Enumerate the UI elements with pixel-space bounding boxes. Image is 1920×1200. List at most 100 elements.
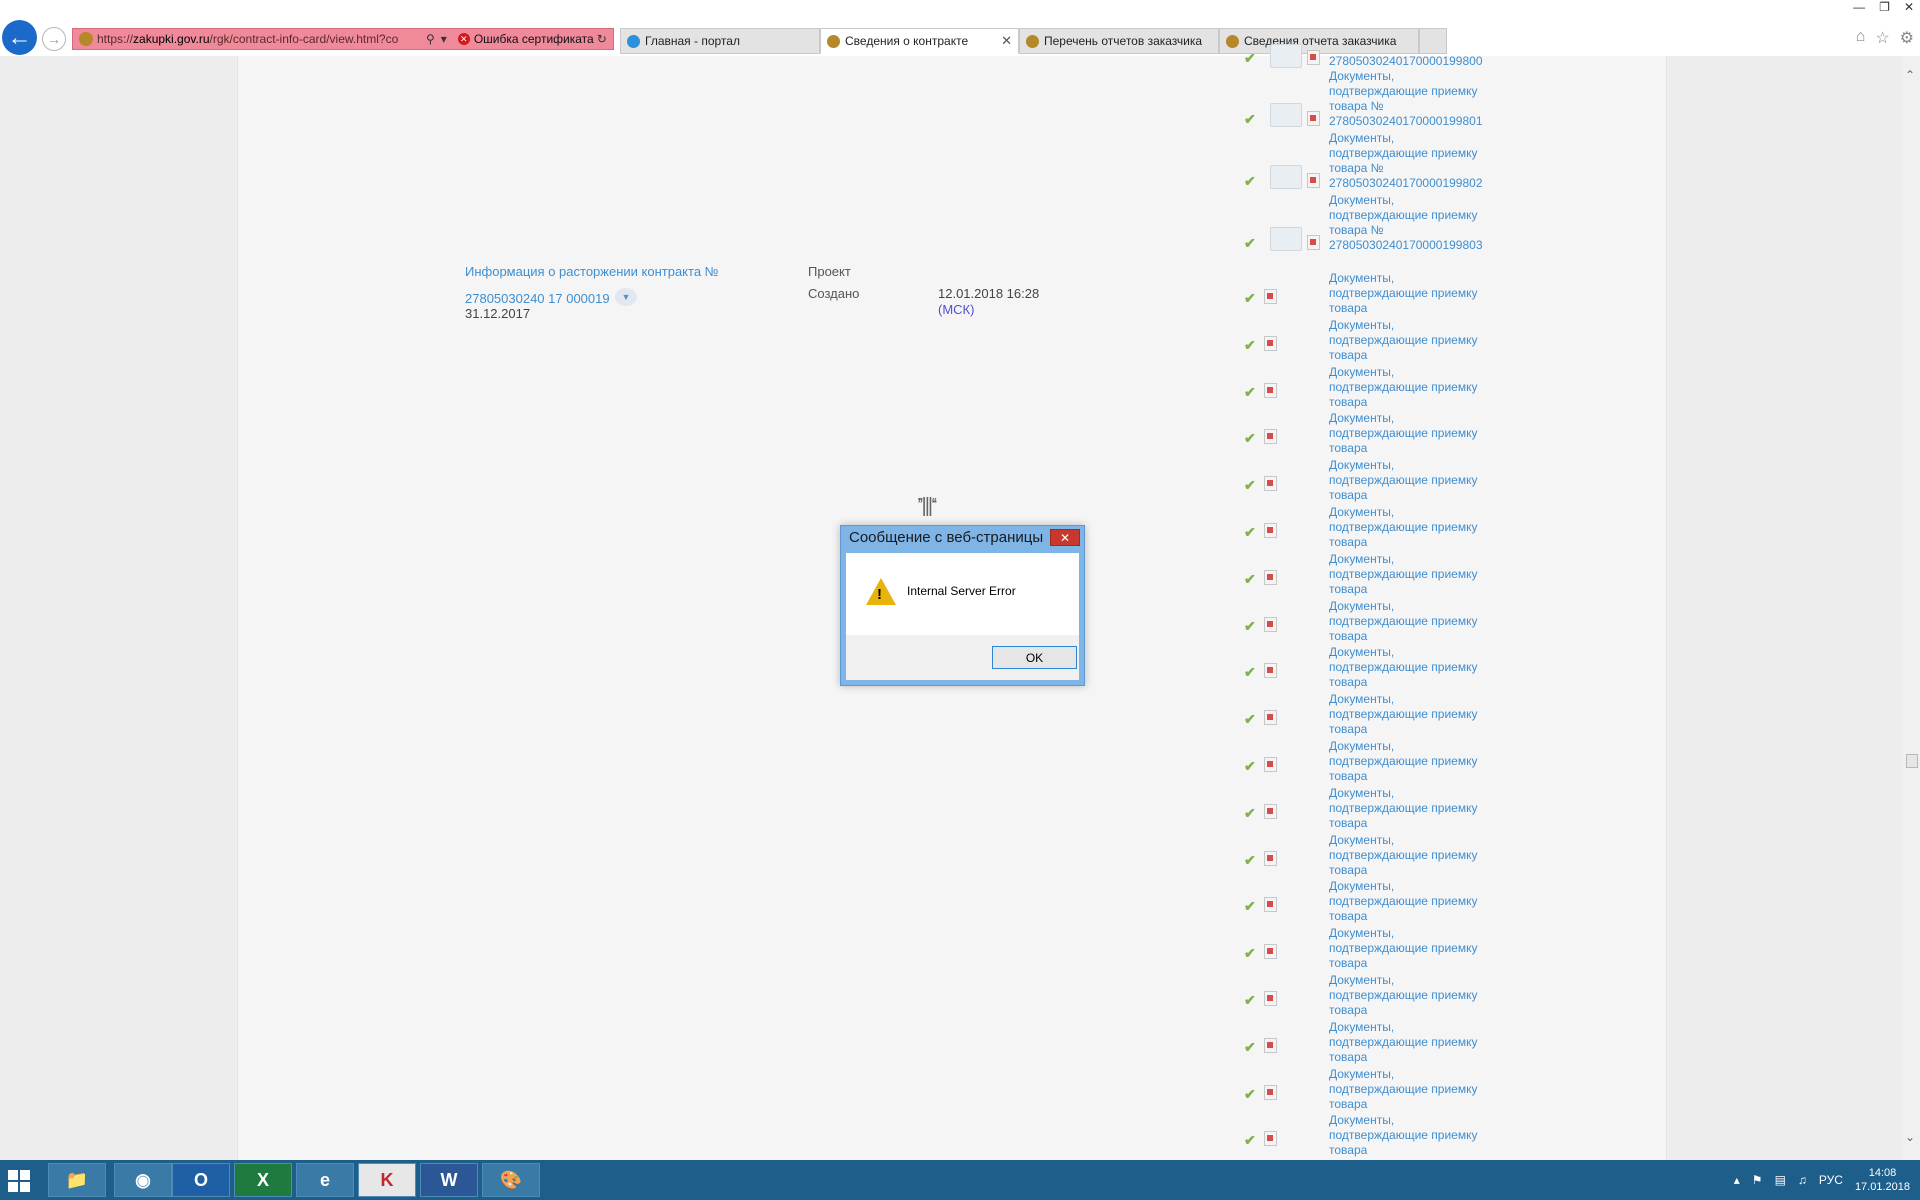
pdf-icon[interactable] <box>1264 1038 1277 1053</box>
doc-link[interactable]: Документы, подтверждающие приемку товара <box>1329 1067 1477 1112</box>
doc-link[interactable]: Документы, подтверждающие приемку товара <box>1329 879 1477 924</box>
created-label: Создано <box>808 286 860 301</box>
doc-link[interactable]: Документы, подтверждающие приемку товара… <box>1329 193 1483 253</box>
doc-number-link[interactable]: 2780503024017000019980​0 <box>1329 54 1483 69</box>
vertical-scrollbar[interactable]: ⌃ ⌄ <box>1902 56 1920 1160</box>
pdf-icon[interactable] <box>1307 173 1320 188</box>
pdf-icon[interactable] <box>1264 757 1277 772</box>
doc-link[interactable]: Документы, подтверждающие приемку товара <box>1329 505 1477 550</box>
dialog-close-button[interactable]: ✕ <box>1050 529 1080 546</box>
doc-link[interactable]: Документы, подтверждающие приемку товара <box>1329 552 1477 597</box>
search-icon[interactable]: ⚲ <box>426 32 435 46</box>
doc-link[interactable]: Документы, подтверждающие приемку товара <box>1329 411 1477 456</box>
tab-contract-info[interactable]: Сведения о контракте ✕ <box>820 28 1019 54</box>
doc-link[interactable]: Документы, подтверждающие приемку товара <box>1329 458 1477 503</box>
pdf-icon[interactable] <box>1264 429 1277 444</box>
doc-link[interactable]: Документы, подтверждающие приемку товара <box>1329 599 1477 644</box>
doc-link[interactable]: Документы, подтверждающие приемку товара <box>1329 739 1477 784</box>
scrollbar-thumb[interactable] <box>1906 754 1918 768</box>
signature-seal-icon[interactable] <box>1270 44 1302 68</box>
doc-link[interactable]: Документы, подтверждающие приемку товара… <box>1329 69 1483 129</box>
scroll-down-icon[interactable]: ⌄ <box>1905 1130 1915 1144</box>
pdf-icon[interactable] <box>1264 897 1277 912</box>
doc-link[interactable]: Документы, подтверждающие приемку товара… <box>1329 131 1483 191</box>
language-indicator[interactable]: РУС <box>1819 1173 1843 1187</box>
address-bar[interactable]: https://zakupki.gov.ru/rgk/contract-info… <box>72 28 614 50</box>
pdf-icon[interactable] <box>1264 336 1277 351</box>
pdf-icon[interactable] <box>1264 710 1277 725</box>
volume-muted-icon[interactable]: ♫ <box>1798 1173 1807 1187</box>
termination-title-link[interactable]: Информация о расторжении контракта № <box>465 264 719 279</box>
dropdown-icon[interactable]: ▾ <box>441 32 447 46</box>
clock[interactable]: 14:08 17.01.2018 <box>1855 1166 1910 1194</box>
pdf-icon[interactable] <box>1264 383 1277 398</box>
paint-icon[interactable]: 🎨 <box>482 1163 540 1197</box>
url-text[interactable]: https://zakupki.gov.ru/rgk/contract-info… <box>97 32 423 46</box>
doc-link[interactable]: Документы, подтверждающие приемку товара <box>1329 973 1477 1018</box>
cert-error-text[interactable]: Ошибка сертификата <box>474 32 594 46</box>
doc-link[interactable]: Документы, подтверждающие приемку товара <box>1329 1113 1477 1158</box>
pdf-icon[interactable] <box>1264 523 1277 538</box>
pdf-icon[interactable] <box>1264 944 1277 959</box>
forward-button[interactable]: → <box>42 27 66 51</box>
pdf-icon[interactable] <box>1264 663 1277 678</box>
pdf-icon[interactable] <box>1264 476 1277 491</box>
internet-explorer-icon[interactable]: e <box>296 1163 354 1197</box>
file-explorer-icon[interactable]: 📁 <box>48 1163 106 1197</box>
chrome-icon[interactable]: ◉ <box>114 1163 172 1197</box>
pdf-icon[interactable] <box>1264 1085 1277 1100</box>
action-center-flag-icon[interactable]: ⚑ <box>1752 1173 1763 1187</box>
outlook-icon[interactable]: O <box>172 1163 230 1197</box>
doc-link[interactable]: Документы, подтверждающие приемку товара <box>1329 833 1477 878</box>
new-tab-button[interactable] <box>1419 28 1447 54</box>
check-icon: ✔ <box>1244 1132 1256 1148</box>
start-windows-icon[interactable] <box>8 1170 30 1192</box>
doc-line: товара <box>1329 348 1368 362</box>
scroll-up-icon[interactable]: ⌃ <box>1905 68 1915 82</box>
signature-seal-icon[interactable] <box>1270 165 1302 189</box>
settings-gear-icon[interactable]: ⚙ <box>1900 28 1914 48</box>
check-icon: ✔ <box>1244 430 1256 446</box>
tab-main-portal[interactable]: Главная - портал <box>620 28 820 54</box>
doc-link[interactable]: Документы, подтверждающие приемку товара <box>1329 692 1477 737</box>
tab-customer-reports[interactable]: Перечень отчетов заказчика <box>1019 28 1219 54</box>
cert-error-icon[interactable]: ✕ <box>457 33 470 45</box>
close-window-icon[interactable]: ✕ <box>1904 0 1914 14</box>
doc-link[interactable]: Документы, подтверждающие приемку товара <box>1329 271 1477 316</box>
window-controls: — ❐ ✕ <box>1853 0 1914 14</box>
pdf-icon[interactable] <box>1264 1131 1277 1146</box>
doc-link[interactable]: Документы, подтверждающие приемку товара <box>1329 786 1477 831</box>
home-icon[interactable]: ⌂ <box>1856 28 1866 48</box>
excel-icon[interactable]: X <box>234 1163 292 1197</box>
termination-number-link[interactable]: 27805030240 17 000019 <box>465 291 610 306</box>
tray-expand-icon[interactable]: ▴ <box>1734 1173 1740 1187</box>
doc-link[interactable]: Документы, подтверждающие приемку товара <box>1329 926 1477 971</box>
kaspersky-icon[interactable]: K <box>358 1163 416 1197</box>
pdf-icon[interactable] <box>1307 235 1320 250</box>
close-tab-icon[interactable]: ✕ <box>1001 33 1012 49</box>
ok-button[interactable]: OK <box>992 646 1077 669</box>
pdf-icon[interactable] <box>1264 570 1277 585</box>
pdf-icon[interactable] <box>1264 991 1277 1006</box>
signature-seal-icon[interactable] <box>1270 227 1302 251</box>
pdf-icon[interactable] <box>1264 804 1277 819</box>
pdf-icon[interactable] <box>1264 617 1277 632</box>
timezone-link[interactable]: (МСК) <box>938 302 974 317</box>
pdf-icon[interactable] <box>1264 289 1277 304</box>
back-button[interactable]: ← <box>2 20 37 55</box>
minimize-icon[interactable]: — <box>1853 0 1865 14</box>
pdf-icon[interactable] <box>1264 851 1277 866</box>
network-icon[interactable]: ▤ <box>1775 1173 1786 1187</box>
signature-seal-icon[interactable] <box>1270 103 1302 127</box>
chevron-down-icon[interactable]: ▼ <box>615 288 637 306</box>
refresh-icon[interactable]: ↻ <box>597 32 607 46</box>
doc-link[interactable]: Документы, подтверждающие приемку товара <box>1329 365 1477 410</box>
doc-link[interactable]: Документы, подтверждающие приемку товара <box>1329 318 1477 363</box>
pdf-icon[interactable] <box>1307 111 1320 126</box>
restore-icon[interactable]: ❐ <box>1879 0 1890 14</box>
pdf-icon[interactable] <box>1307 50 1320 65</box>
doc-link[interactable]: Документы, подтверждающие приемку товара <box>1329 1020 1477 1065</box>
favorites-star-icon[interactable]: ☆ <box>1875 28 1889 48</box>
doc-link[interactable]: Документы, подтверждающие приемку товара <box>1329 645 1477 690</box>
word-icon[interactable]: W <box>420 1163 478 1197</box>
